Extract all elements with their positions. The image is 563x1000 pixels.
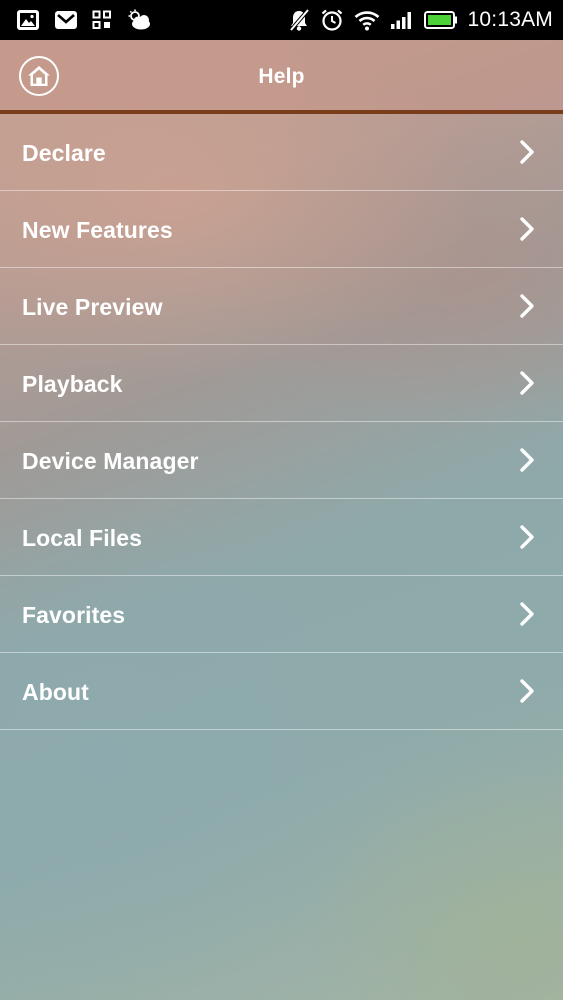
chevron-right-icon — [520, 217, 534, 241]
menu-item-new-features[interactable]: New Features — [0, 191, 563, 268]
menu-item-favorites[interactable]: Favorites — [0, 576, 563, 653]
status-bar-notifications — [16, 8, 152, 32]
menu-item-label: Declare — [22, 140, 106, 166]
menu-item-label: Playback — [22, 371, 123, 397]
menu-item-device-manager[interactable]: Device Manager — [0, 422, 563, 499]
menu-item-label: Favorites — [22, 602, 126, 628]
menu-item-about[interactable]: About — [0, 653, 563, 730]
chevron-right-icon — [520, 371, 534, 395]
status-bar-clock: 10:13AM — [467, 8, 553, 31]
chevron-right-icon — [520, 294, 534, 318]
image-icon — [17, 10, 39, 30]
chevron-right-icon — [520, 525, 534, 549]
menu-item-live-preview[interactable]: Live Preview — [0, 268, 563, 345]
weather-cloud-icon — [128, 9, 150, 30]
help-menu-list: Declare New Features Live Preview Playba… — [0, 114, 563, 730]
home-button[interactable] — [19, 56, 59, 96]
chevron-right-icon — [520, 448, 534, 472]
signal-icon — [390, 12, 411, 29]
menu-item-label: Device Manager — [22, 448, 199, 474]
chevron-right-icon — [520, 602, 534, 626]
battery-icon — [423, 11, 457, 29]
menu-item-label: Live Preview — [22, 294, 163, 320]
chevron-right-icon — [520, 140, 534, 164]
menu-item-label: About — [22, 679, 89, 705]
muted-bell-icon — [289, 8, 310, 32]
chevron-right-icon — [520, 679, 534, 703]
menu-item-playback[interactable]: Playback — [0, 345, 563, 422]
alarm-icon — [321, 9, 342, 31]
header-bar: Help — [0, 40, 563, 110]
menu-item-label: Local Files — [22, 525, 142, 551]
grid-apps-icon — [92, 10, 111, 29]
help-screen: 10:13AM Help Declare New Features Live P… — [0, 0, 563, 1000]
home-icon — [28, 66, 50, 86]
status-bar-system: 10:13AM — [288, 6, 553, 34]
menu-item-label: New Features — [22, 217, 173, 243]
page-title: Help — [258, 65, 305, 88]
mail-icon — [55, 11, 77, 29]
menu-item-declare[interactable]: Declare — [0, 114, 563, 191]
wifi-icon — [354, 11, 379, 31]
menu-item-local-files[interactable]: Local Files — [0, 499, 563, 576]
status-bar: 10:13AM — [0, 0, 563, 40]
